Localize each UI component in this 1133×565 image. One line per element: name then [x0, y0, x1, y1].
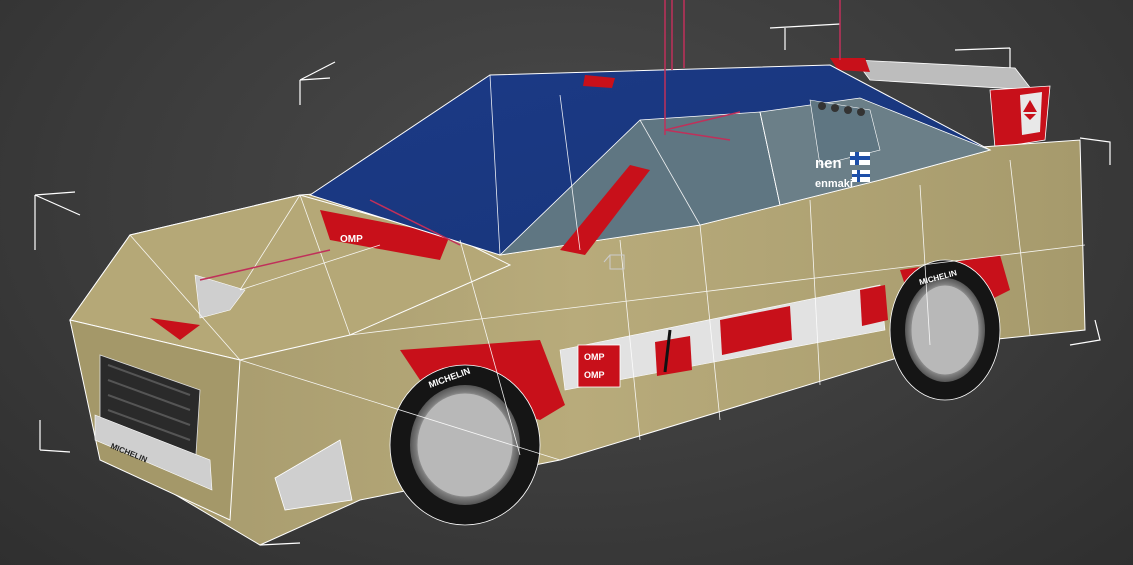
- door-badge-top: OMP: [584, 352, 605, 362]
- driver-name: nen: [815, 155, 842, 172]
- scene-canvas: OMP nen enmaki OMP OMP MICHELIN MICHELIN…: [34, 0, 1111, 546]
- windshield-badge: OMP: [340, 234, 363, 245]
- codriver-name: enmaki: [815, 178, 853, 190]
- rear-wheel: MICHELIN: [889, 259, 1001, 401]
- 3d-viewport[interactable]: OMP nen enmaki OMP OMP MICHELIN MICHELIN…: [0, 0, 1133, 565]
- door-badge-bottom: OMP: [584, 370, 605, 380]
